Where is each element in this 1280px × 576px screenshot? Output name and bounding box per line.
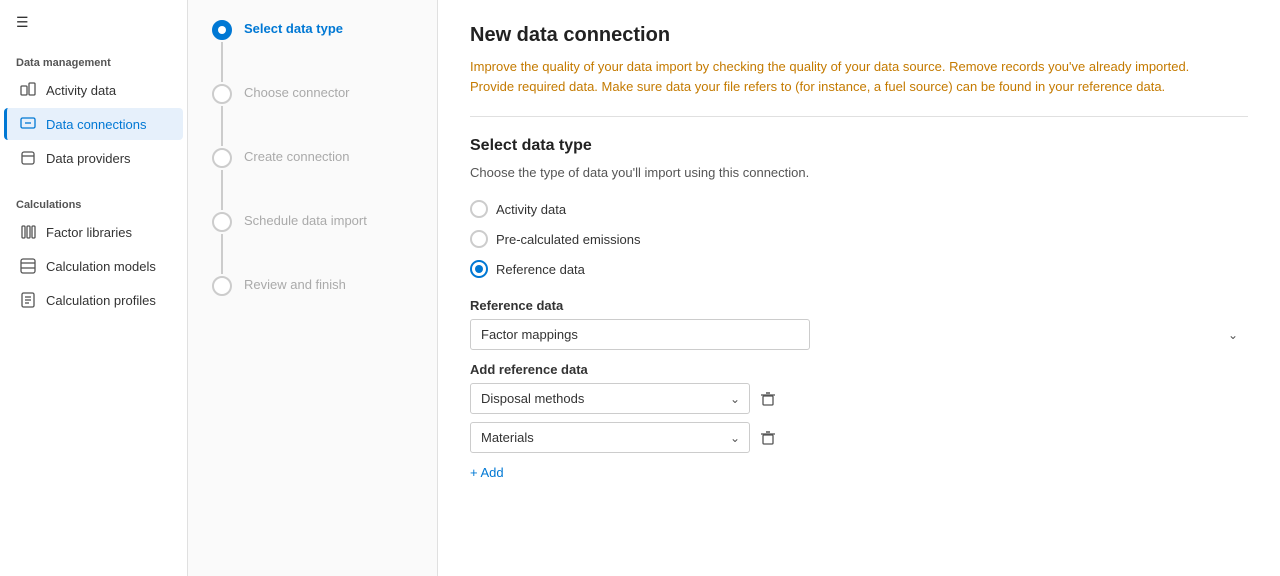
sidebar-item-activity-data[interactable]: Activity data bbox=[4, 74, 183, 106]
delete-disposal-methods-button[interactable] bbox=[756, 387, 780, 411]
step-connector-4 bbox=[212, 212, 232, 276]
step-line-1 bbox=[221, 42, 223, 82]
delete-materials-icon bbox=[760, 430, 776, 446]
step-circle-1 bbox=[212, 20, 232, 40]
reference-data-dropdown[interactable]: Factor mappings Emission factors Locatio… bbox=[470, 319, 810, 350]
add-reference-row-disposal-methods: Disposal methods ⌄ bbox=[470, 383, 1248, 414]
radio-label-reference-data: Reference data bbox=[496, 262, 585, 277]
step-choose-connector: Choose connector bbox=[212, 84, 413, 148]
disposal-methods-dropdown[interactable]: Disposal methods bbox=[470, 383, 750, 414]
section-divider bbox=[470, 116, 1248, 117]
sidebar-item-calculation-models-label: Calculation models bbox=[46, 259, 156, 274]
radio-circle-activity-data bbox=[470, 200, 488, 218]
sidebar-item-data-providers[interactable]: Data providers bbox=[4, 142, 183, 174]
calculations-section-label: Calculations bbox=[0, 187, 187, 215]
step-select-data-type: Select data type bbox=[212, 20, 413, 84]
step-schedule-data-import: Schedule data import bbox=[212, 212, 413, 276]
activity-data-icon bbox=[20, 82, 36, 98]
step-label-review-and-finish: Review and finish bbox=[244, 276, 346, 292]
sidebar-item-factor-libraries[interactable]: Factor libraries bbox=[4, 216, 183, 248]
step-review-and-finish: Review and finish bbox=[212, 276, 413, 296]
step-label-choose-connector: Choose connector bbox=[244, 84, 350, 100]
data-connections-icon bbox=[20, 116, 36, 132]
step-line-2 bbox=[221, 106, 223, 146]
step-circle-3 bbox=[212, 148, 232, 168]
step-line-4 bbox=[221, 234, 223, 274]
step-create-connection: Create connection bbox=[212, 148, 413, 212]
radio-item-pre-calculated-emissions[interactable]: Pre-calculated emissions bbox=[470, 230, 1248, 248]
add-reference-data-button[interactable]: + Add bbox=[470, 461, 504, 484]
add-reference-row-materials: Materials ⌄ bbox=[470, 422, 1248, 453]
radio-label-pre-calculated-emissions: Pre-calculated emissions bbox=[496, 232, 641, 247]
step-line-3 bbox=[221, 170, 223, 210]
hamburger-menu[interactable]: ☰ bbox=[0, 0, 187, 45]
sidebar: ☰ Data management Activity data Data con… bbox=[0, 0, 188, 576]
materials-dropdown[interactable]: Materials bbox=[470, 422, 750, 453]
step-connector-2 bbox=[212, 84, 232, 148]
delete-materials-button[interactable] bbox=[756, 426, 780, 450]
radio-item-activity-data[interactable]: Activity data bbox=[470, 200, 1248, 218]
data-management-section-label: Data management bbox=[0, 45, 187, 73]
radio-circle-reference-data bbox=[470, 260, 488, 278]
sidebar-item-factor-libraries-label: Factor libraries bbox=[46, 225, 132, 240]
sidebar-item-calculation-profiles[interactable]: Calculation profiles bbox=[4, 284, 183, 316]
hamburger-icon: ☰ bbox=[16, 14, 29, 30]
data-providers-icon bbox=[20, 150, 36, 166]
sidebar-item-data-providers-label: Data providers bbox=[46, 151, 131, 166]
sidebar-item-data-connections-label: Data connections bbox=[46, 117, 146, 132]
main-content: New data connection Improve the quality … bbox=[438, 0, 1280, 576]
info-text: Improve the quality of your data import … bbox=[470, 57, 1210, 96]
radio-item-reference-data[interactable]: Reference data bbox=[470, 260, 1248, 278]
radio-circle-pre-calculated-emissions bbox=[470, 230, 488, 248]
reference-data-dropdown-arrow-icon: ⌄ bbox=[1228, 328, 1238, 342]
reference-data-field-label: Reference data bbox=[470, 298, 1248, 313]
step-circle-4 bbox=[212, 212, 232, 232]
stepper-panel: Select data type Choose connector Create… bbox=[188, 0, 438, 576]
step-connector-5 bbox=[212, 276, 232, 296]
step-circle-2 bbox=[212, 84, 232, 104]
reference-data-dropdown-container: Factor mappings Emission factors Locatio… bbox=[470, 319, 1248, 350]
step-label-schedule-data-import: Schedule data import bbox=[244, 212, 367, 228]
add-button-label: + Add bbox=[470, 465, 504, 480]
sidebar-item-calculation-profiles-label: Calculation profiles bbox=[46, 293, 156, 308]
disposal-methods-dropdown-container: Disposal methods ⌄ bbox=[470, 383, 750, 414]
radio-label-activity-data: Activity data bbox=[496, 202, 566, 217]
factor-libraries-icon bbox=[20, 224, 36, 240]
calculation-profiles-icon bbox=[20, 292, 36, 308]
step-label-select-data-type: Select data type bbox=[244, 20, 343, 36]
section-title: Select data type bbox=[470, 137, 1248, 155]
page-title: New data connection bbox=[470, 24, 1248, 47]
sidebar-item-activity-data-label: Activity data bbox=[46, 83, 116, 98]
step-circle-5 bbox=[212, 276, 232, 296]
delete-disposal-methods-icon bbox=[760, 391, 776, 407]
calculation-models-icon bbox=[20, 258, 36, 274]
add-reference-data-label: Add reference data bbox=[470, 362, 1248, 377]
sidebar-item-data-connections[interactable]: Data connections bbox=[4, 108, 183, 140]
materials-dropdown-container: Materials ⌄ bbox=[470, 422, 750, 453]
step-connector-3 bbox=[212, 148, 232, 212]
step-connector-1 bbox=[212, 20, 232, 84]
radio-group-data-type: Activity data Pre-calculated emissions R… bbox=[470, 200, 1248, 278]
step-label-create-connection: Create connection bbox=[244, 148, 350, 164]
sidebar-item-calculation-models[interactable]: Calculation models bbox=[4, 250, 183, 282]
section-desc: Choose the type of data you'll import us… bbox=[470, 165, 1248, 180]
